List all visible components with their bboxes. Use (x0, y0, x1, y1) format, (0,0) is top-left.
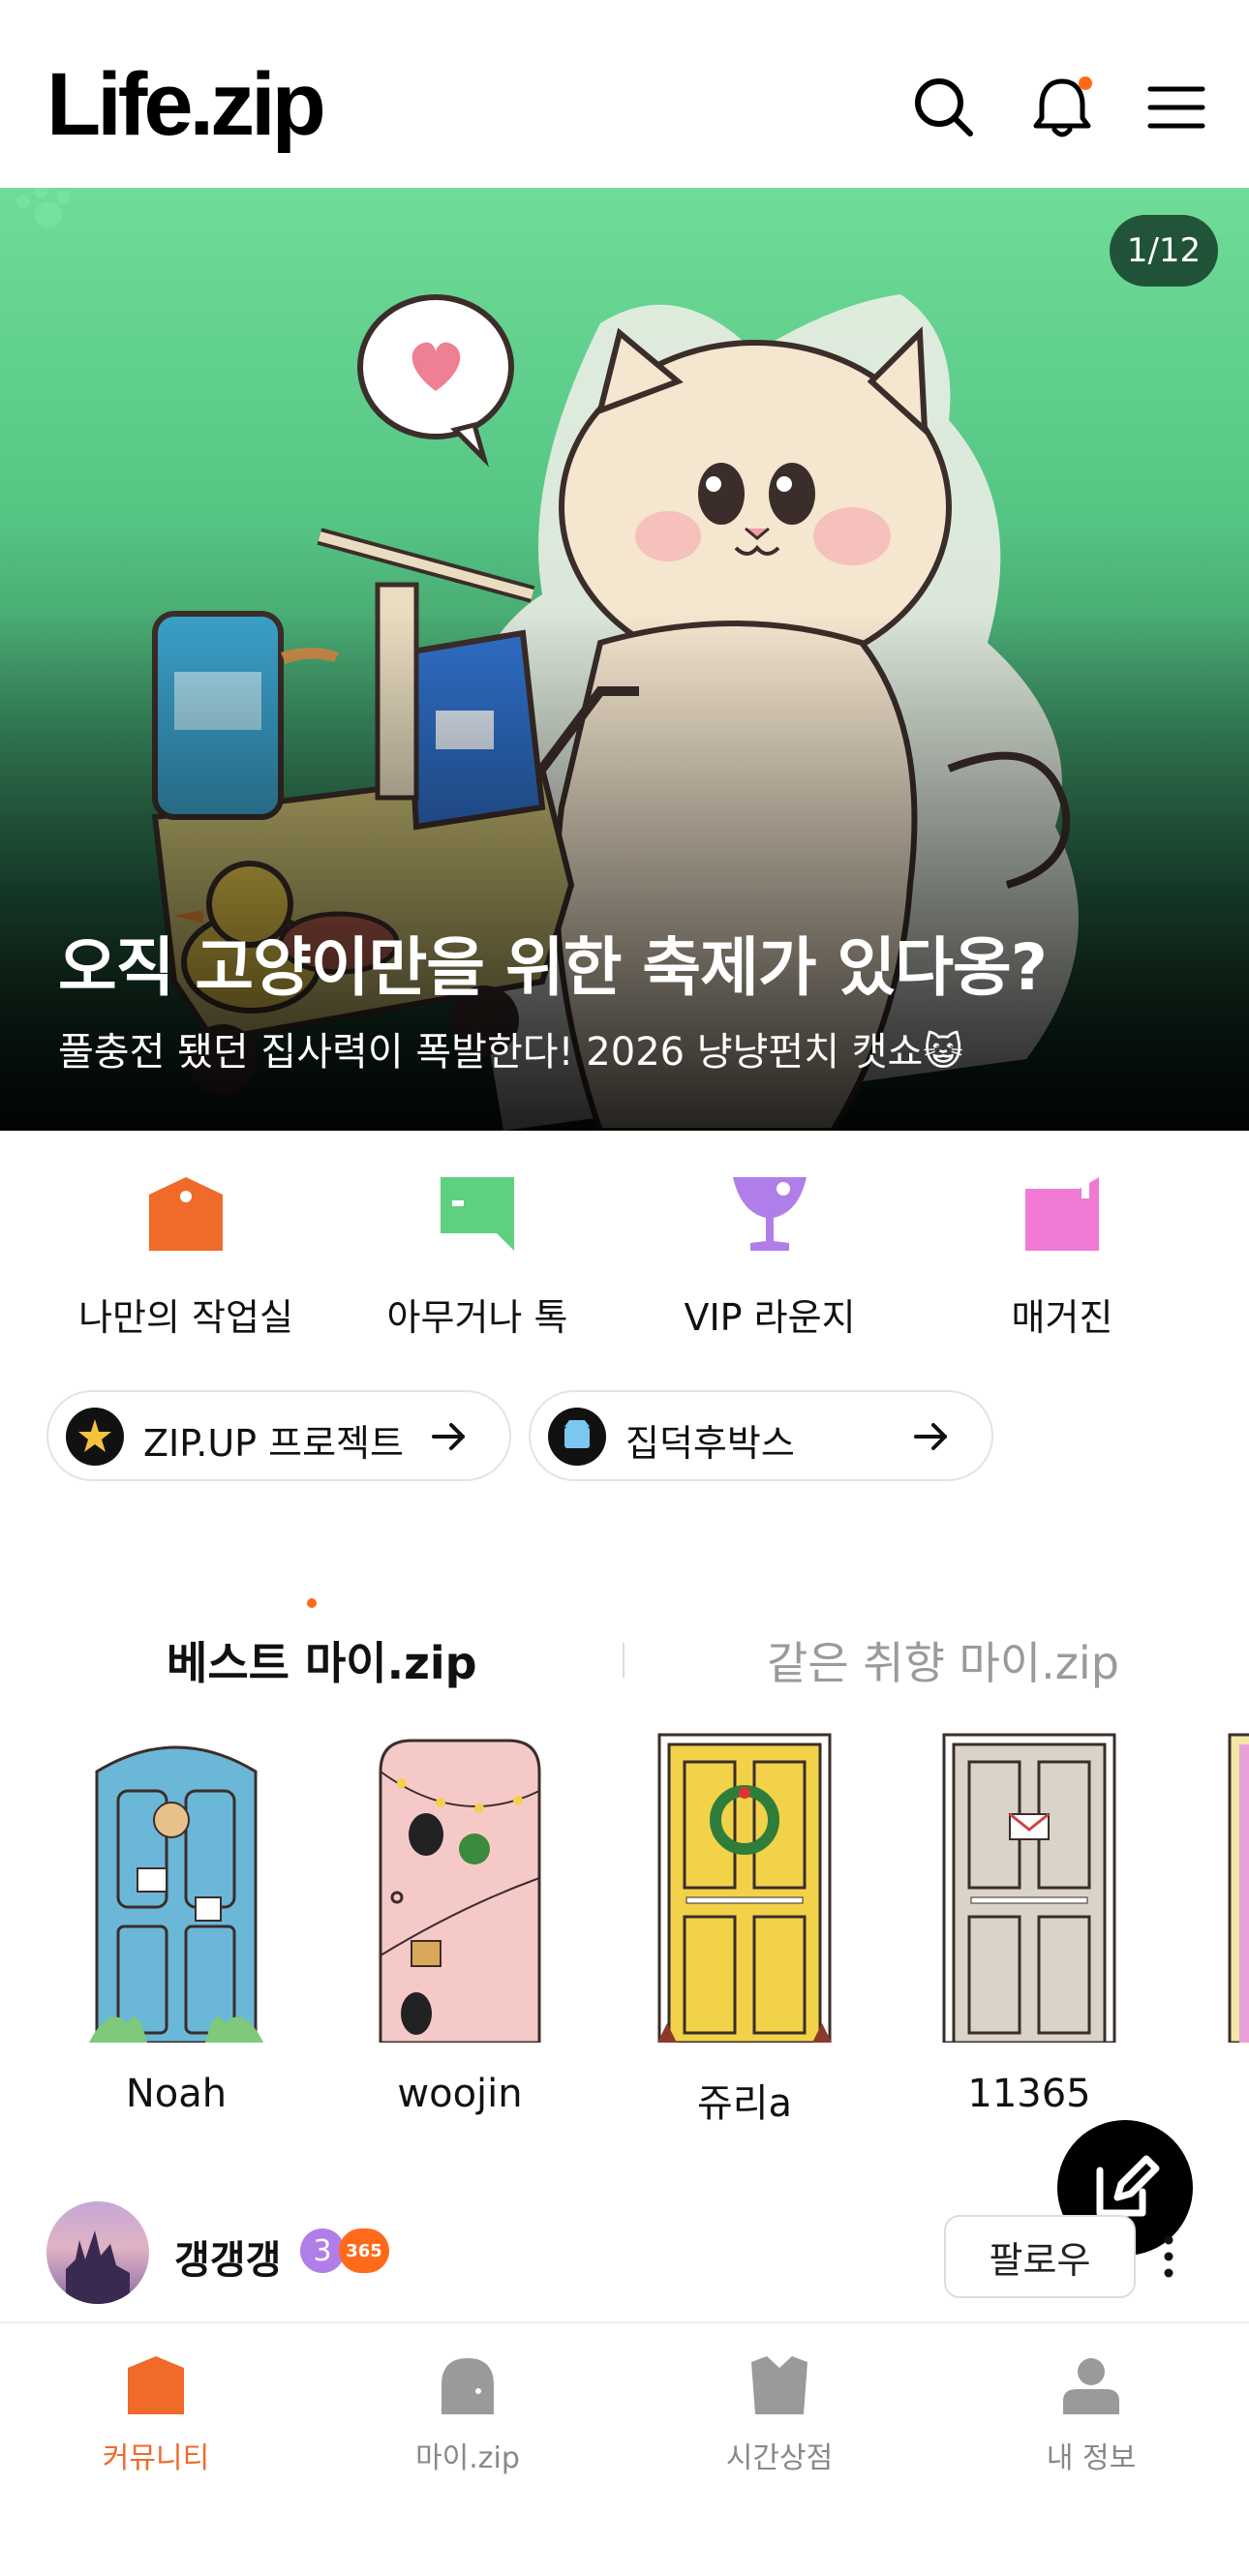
door-image (89, 1745, 263, 2043)
door-card[interactable]: 11365 (942, 1733, 1116, 2116)
search-icon[interactable] (910, 74, 978, 141)
zipup-project-button[interactable]: ZIP.UP 프로젝트 (46, 1390, 511, 1481)
magazine-icon (1025, 1177, 1099, 1251)
app-logo[interactable]: Life.zip (46, 60, 326, 149)
quick-menu-label: 나만의 작업실 (78, 1296, 293, 1339)
pill-label: ZIP.UP 프로젝트 (143, 1422, 404, 1465)
quick-menu-studio[interactable]: 나만의 작업실 (50, 1173, 321, 1341)
myzip-icon (442, 2358, 494, 2414)
quick-menu-label: VIP 라운지 (684, 1296, 856, 1339)
author-name[interactable]: 갱갱갱 (174, 2228, 281, 2285)
door-image (1228, 1733, 1249, 2043)
menu-icon[interactable] (1142, 74, 1210, 141)
tab-divider (623, 1643, 624, 1678)
bottom-navigation: 커뮤니티 마이.zip 시간상점 내 정보 (0, 2321, 1249, 2576)
nav-community[interactable]: 커뮤니티 (40, 2352, 272, 2476)
door-image (379, 1739, 541, 2043)
membership-badge: 365 (339, 2228, 389, 2273)
more-options-icon[interactable] (1154, 2225, 1183, 2288)
arrow-right-icon (432, 1423, 465, 1450)
door-card-partial[interactable] (1228, 1733, 1249, 2043)
hero-subtitle: 풀충전 됐던 집사력이 폭발한다! 2026 냥냥펀치 캣쇼😺 (58, 1030, 964, 1075)
shop-icon (751, 2356, 807, 2414)
door-image (657, 1733, 832, 2043)
door-owner-name: Noah (125, 2072, 228, 2116)
door-card[interactable]: 쥬리a (657, 1733, 832, 2128)
bell-icon[interactable] (1028, 74, 1096, 141)
studio-icon (149, 1177, 223, 1251)
quick-menu-label: 아무거나 톡 (386, 1296, 568, 1339)
door-image (942, 1733, 1116, 2043)
tab-best-myzip[interactable]: 베스트 마이.zip (167, 1628, 477, 1692)
nav-label: 시간상점 (725, 2441, 834, 2475)
box-icon (548, 1408, 606, 1466)
hero-title: 오직 고양이만을 위한 축제가 있다옹? (58, 930, 1048, 1005)
chat-icon (441, 1177, 514, 1251)
nav-time-shop[interactable]: 시간상점 (663, 2352, 896, 2476)
follow-button[interactable]: 팔로우 (944, 2215, 1136, 2298)
pill-label: 집덕후박스 (625, 1422, 795, 1465)
nav-label: 커뮤니티 (102, 2441, 210, 2475)
quick-menu-label: 매거진 (1011, 1296, 1113, 1339)
slide-counter: 1/12 (1110, 215, 1218, 287)
door-owner-name: 11365 (967, 2072, 1091, 2116)
castle-image (66, 2230, 130, 2304)
nav-label: 내 정보 (1046, 2441, 1137, 2475)
door-card[interactable]: woojin (373, 1733, 547, 2116)
app-header: Life.zip (0, 0, 1249, 188)
star-icon (66, 1408, 124, 1466)
hero-banner[interactable]: 1/12 오직 고양이만을 위한 축제가 있다옹? 풀충전 됐던 집사력이 폭발… (0, 188, 1249, 1131)
community-icon (128, 2356, 184, 2414)
active-tab-dot (307, 1598, 317, 1608)
arrow-right-icon (914, 1423, 947, 1450)
author-avatar[interactable] (46, 2201, 149, 2304)
quick-menu-talk[interactable]: 아무거나 톡 (342, 1173, 613, 1341)
zip-box-button[interactable]: 집덕후박스 (529, 1390, 993, 1481)
nav-my-info[interactable]: 내 정보 (975, 2352, 1207, 2476)
door-owner-name: 쥬리a (696, 2081, 793, 2126)
nav-label: 마이.zip (415, 2441, 520, 2475)
door-owner-name: woojin (397, 2072, 523, 2116)
cocktail-icon (733, 1177, 807, 1251)
quick-menu-magazine[interactable]: 매거진 (927, 1173, 1198, 1341)
notification-dot (1079, 76, 1092, 90)
quick-menu-vip[interactable]: VIP 라운지 (634, 1173, 905, 1341)
door-card[interactable]: Noah (89, 1733, 263, 2116)
profile-icon (1063, 2358, 1119, 2414)
quick-menu: 나만의 작업실 아무거나 톡 VIP 라운지 매거진 (0, 1131, 1249, 1339)
nav-myzip[interactable]: 마이.zip (351, 2352, 584, 2476)
tab-similar-myzip[interactable]: 같은 취향 마이.zip (767, 1628, 1119, 1692)
